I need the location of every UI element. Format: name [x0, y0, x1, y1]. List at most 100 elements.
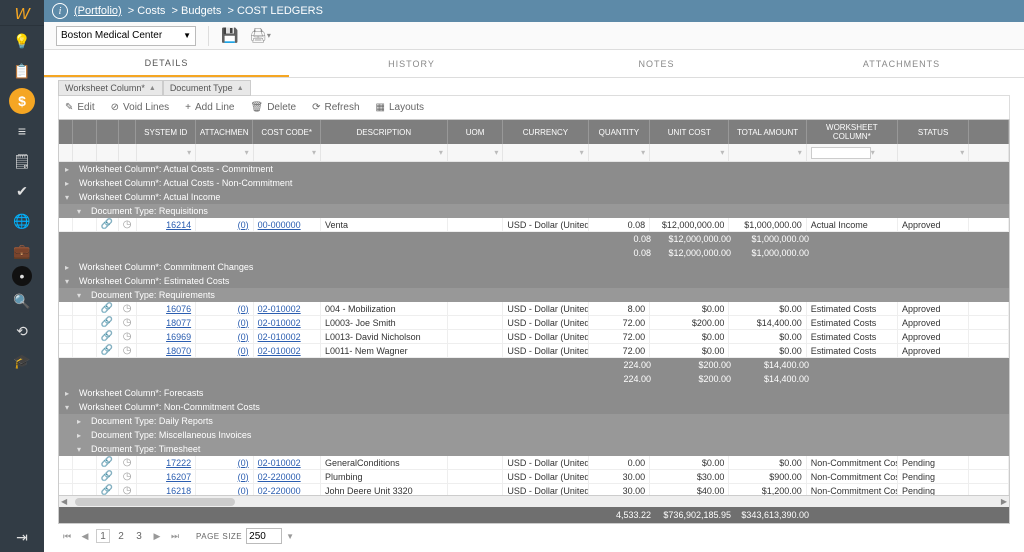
group-row[interactable]: ▾Worksheet Column*: Estimated Costs — [59, 274, 1009, 288]
col-uom[interactable]: UOM — [448, 120, 504, 144]
tab-attachments[interactable]: ATTACHMENTS — [779, 50, 1024, 77]
filter-description[interactable]: ▾ — [321, 144, 448, 162]
group-row[interactable]: ▸Worksheet Column*: Commitment Changes — [59, 260, 1009, 274]
breadcrumb-costs[interactable]: Costs — [137, 5, 165, 17]
breadcrumb-budgets[interactable]: Budgets — [181, 5, 221, 17]
table-row[interactable]: 🔗 ◷ 16969 (0) 02-010002 L0013- David Nic… — [59, 330, 1009, 344]
nav-mortarboard-icon[interactable]: 🎓 — [0, 346, 44, 376]
nav-logout-icon[interactable]: ⇥ — [0, 522, 44, 552]
attachments-link[interactable]: (0) — [238, 220, 249, 230]
page-last-icon[interactable]: ⏭ — [168, 529, 182, 543]
page-size-label: PAGE SIZE — [196, 532, 242, 541]
toolbar: Boston Medical Center ▼ 💾 🖨▾ — [44, 22, 1024, 50]
save-icon[interactable]: 💾 — [221, 27, 239, 45]
nav-check-icon[interactable]: ✔ — [0, 176, 44, 206]
plus-icon: + — [185, 102, 191, 113]
page-3[interactable]: 3 — [132, 529, 146, 543]
col-worksheet-column[interactable]: WORKSHEET COLUMN* — [807, 120, 898, 144]
filter-total[interactable]: ▾ — [729, 144, 806, 162]
nav-briefcase-icon[interactable]: 💼 — [0, 236, 44, 266]
group-row[interactable]: ▸Document Type: Miscellaneous Invoices — [59, 428, 1009, 442]
nav-search-icon[interactable]: 🔍 — [0, 286, 44, 316]
link-icon[interactable]: 🔗 — [101, 303, 113, 314]
group-row[interactable]: ▾Worksheet Column*: Non-Commitment Costs — [59, 400, 1009, 414]
page-first-icon[interactable]: ⏮ — [60, 529, 74, 543]
nav-lightbulb-icon[interactable]: 💡 — [0, 26, 44, 56]
layouts-button[interactable]: ▦Layouts — [376, 102, 424, 113]
col-total-amount[interactable]: TOTAL AMOUNT — [729, 120, 806, 144]
filter-currency[interactable]: ▾ — [503, 144, 588, 162]
nav-calculator-icon[interactable]: 🗒 — [0, 146, 44, 176]
table-row[interactable]: 🔗 ◷ 16207 (0) 02-220000 Plumbing USD - D… — [59, 470, 1009, 484]
cost-code-link[interactable]: 00-000000 — [258, 220, 301, 230]
refresh-button[interactable]: ⟳Refresh — [312, 102, 359, 113]
col-currency[interactable]: CURRENCY — [503, 120, 588, 144]
nav-history-icon[interactable]: ⟲ — [0, 316, 44, 346]
table-row[interactable]: 🔗 ◷ 16218 (0) 02-220000 John Deere Unit … — [59, 484, 1009, 495]
tab-notes[interactable]: NOTES — [534, 50, 779, 77]
link-icon[interactable]: 🔗 — [101, 219, 113, 230]
filter-system-id[interactable]: ▾ — [137, 144, 197, 162]
scrollbar-thumb[interactable] — [75, 498, 235, 506]
filter-quantity[interactable]: ▾ — [589, 144, 650, 162]
clock-icon[interactable]: ◷ — [123, 303, 132, 314]
group-tab-worksheet-column[interactable]: Worksheet Column*▲ — [58, 80, 163, 96]
app-logo: W — [0, 4, 44, 26]
group-tab-document-type[interactable]: Document Type▲ — [163, 80, 251, 96]
group-row[interactable]: ▾Document Type: Timesheet — [59, 442, 1009, 456]
subtotal-row: 224.00$200.00 $14,400.00 — [59, 358, 1009, 372]
page-2[interactable]: 2 — [114, 529, 128, 543]
page-1[interactable]: 1 — [96, 529, 110, 543]
nav-dot-icon[interactable]: • — [12, 266, 32, 286]
context-dropdown[interactable]: Boston Medical Center ▼ — [56, 26, 196, 46]
col-description[interactable]: DESCRIPTION — [321, 120, 448, 144]
col-status[interactable]: STATUS — [898, 120, 969, 144]
clock-icon[interactable]: ◷ — [123, 219, 132, 230]
grand-total-row: 4,533.22 $736,902,185.95 $343,613,390.00 — [59, 507, 1009, 523]
filter-worksheet-column[interactable]: ▾ — [807, 144, 898, 162]
group-row[interactable]: ▸Worksheet Column*: Actual Costs - Non-C… — [59, 176, 1009, 190]
add-line-button[interactable]: +Add Line — [185, 102, 234, 113]
funnel-icon: ▾ — [187, 148, 191, 157]
grid-action-bar: ✎Edit ⊘Void Lines +Add Line 🗑Delete ⟳Ref… — [58, 95, 1010, 119]
group-row[interactable]: ▾Document Type: Requirements — [59, 288, 1009, 302]
col-attachments[interactable]: ATTACHMEN — [196, 120, 254, 144]
group-row[interactable]: ▸Document Type: Daily Reports — [59, 414, 1009, 428]
group-row[interactable]: ▸Worksheet Column*: Actual Costs - Commi… — [59, 162, 1009, 176]
tab-details[interactable]: DETAILS — [44, 50, 289, 77]
group-row[interactable]: ▸Worksheet Column*: Forecasts — [59, 386, 1009, 400]
col-quantity[interactable]: QUANTITY — [589, 120, 650, 144]
nav-bars-icon[interactable]: ≡ — [0, 116, 44, 146]
nav-globe-icon[interactable]: 🌐 — [0, 206, 44, 236]
table-row[interactable]: 🔗 ◷ 16076 (0) 02-010002 004 - Mobilizati… — [59, 302, 1009, 316]
table-row[interactable]: 🔗 ◷ 18070 (0) 02-010002 L0011- Nem Wagne… — [59, 344, 1009, 358]
group-row[interactable]: ▾Document Type: Requisitions — [59, 204, 1009, 218]
filter-status[interactable]: ▾ — [898, 144, 969, 162]
col-cost-code[interactable]: COST CODE* — [253, 120, 320, 144]
filter-unit-cost[interactable]: ▾ — [650, 144, 729, 162]
edit-button[interactable]: ✎Edit — [65, 102, 95, 113]
filter-cost-code[interactable]: ▾ — [254, 144, 321, 162]
grid-header: SYSTEM ID ATTACHMEN COST CODE* DESCRIPTI… — [59, 120, 1009, 144]
page-prev-icon[interactable]: ◀ — [78, 529, 92, 543]
table-row[interactable]: 🔗 ◷ 17222 (0) 02-010002 GeneralCondition… — [59, 456, 1009, 470]
table-row[interactable]: 🔗 ◷ 16214 (0) 00-000000 Venta USD - Doll… — [59, 218, 1009, 232]
filter-uom[interactable]: ▾ — [448, 144, 504, 162]
delete-button[interactable]: 🗑Delete — [251, 102, 297, 113]
info-icon[interactable]: i — [52, 3, 68, 19]
table-row[interactable]: 🔗 ◷ 18077 (0) 02-010002 L0003- Joe Smith… — [59, 316, 1009, 330]
col-unit-cost[interactable]: UNIT COST — [650, 120, 729, 144]
page-next-icon[interactable]: ▶ — [150, 529, 164, 543]
print-icon[interactable]: 🖨▾ — [251, 27, 269, 45]
tab-history[interactable]: HISTORY — [289, 50, 534, 77]
void-lines-button[interactable]: ⊘Void Lines — [111, 102, 170, 113]
nav-dollar-icon[interactable]: $ — [9, 88, 35, 114]
col-system-id[interactable]: SYSTEM ID — [136, 120, 196, 144]
page-size-input[interactable] — [246, 528, 282, 544]
filter-attachments[interactable]: ▾ — [196, 144, 254, 162]
nav-clipboard-icon[interactable]: 📋 — [0, 56, 44, 86]
system-id-link[interactable]: 16214 — [166, 220, 191, 230]
breadcrumb-portfolio[interactable]: (Portfolio) — [74, 5, 122, 17]
horizontal-scrollbar[interactable]: ◀ ▶ — [59, 495, 1009, 507]
group-row[interactable]: ▾Worksheet Column*: Actual Income — [59, 190, 1009, 204]
